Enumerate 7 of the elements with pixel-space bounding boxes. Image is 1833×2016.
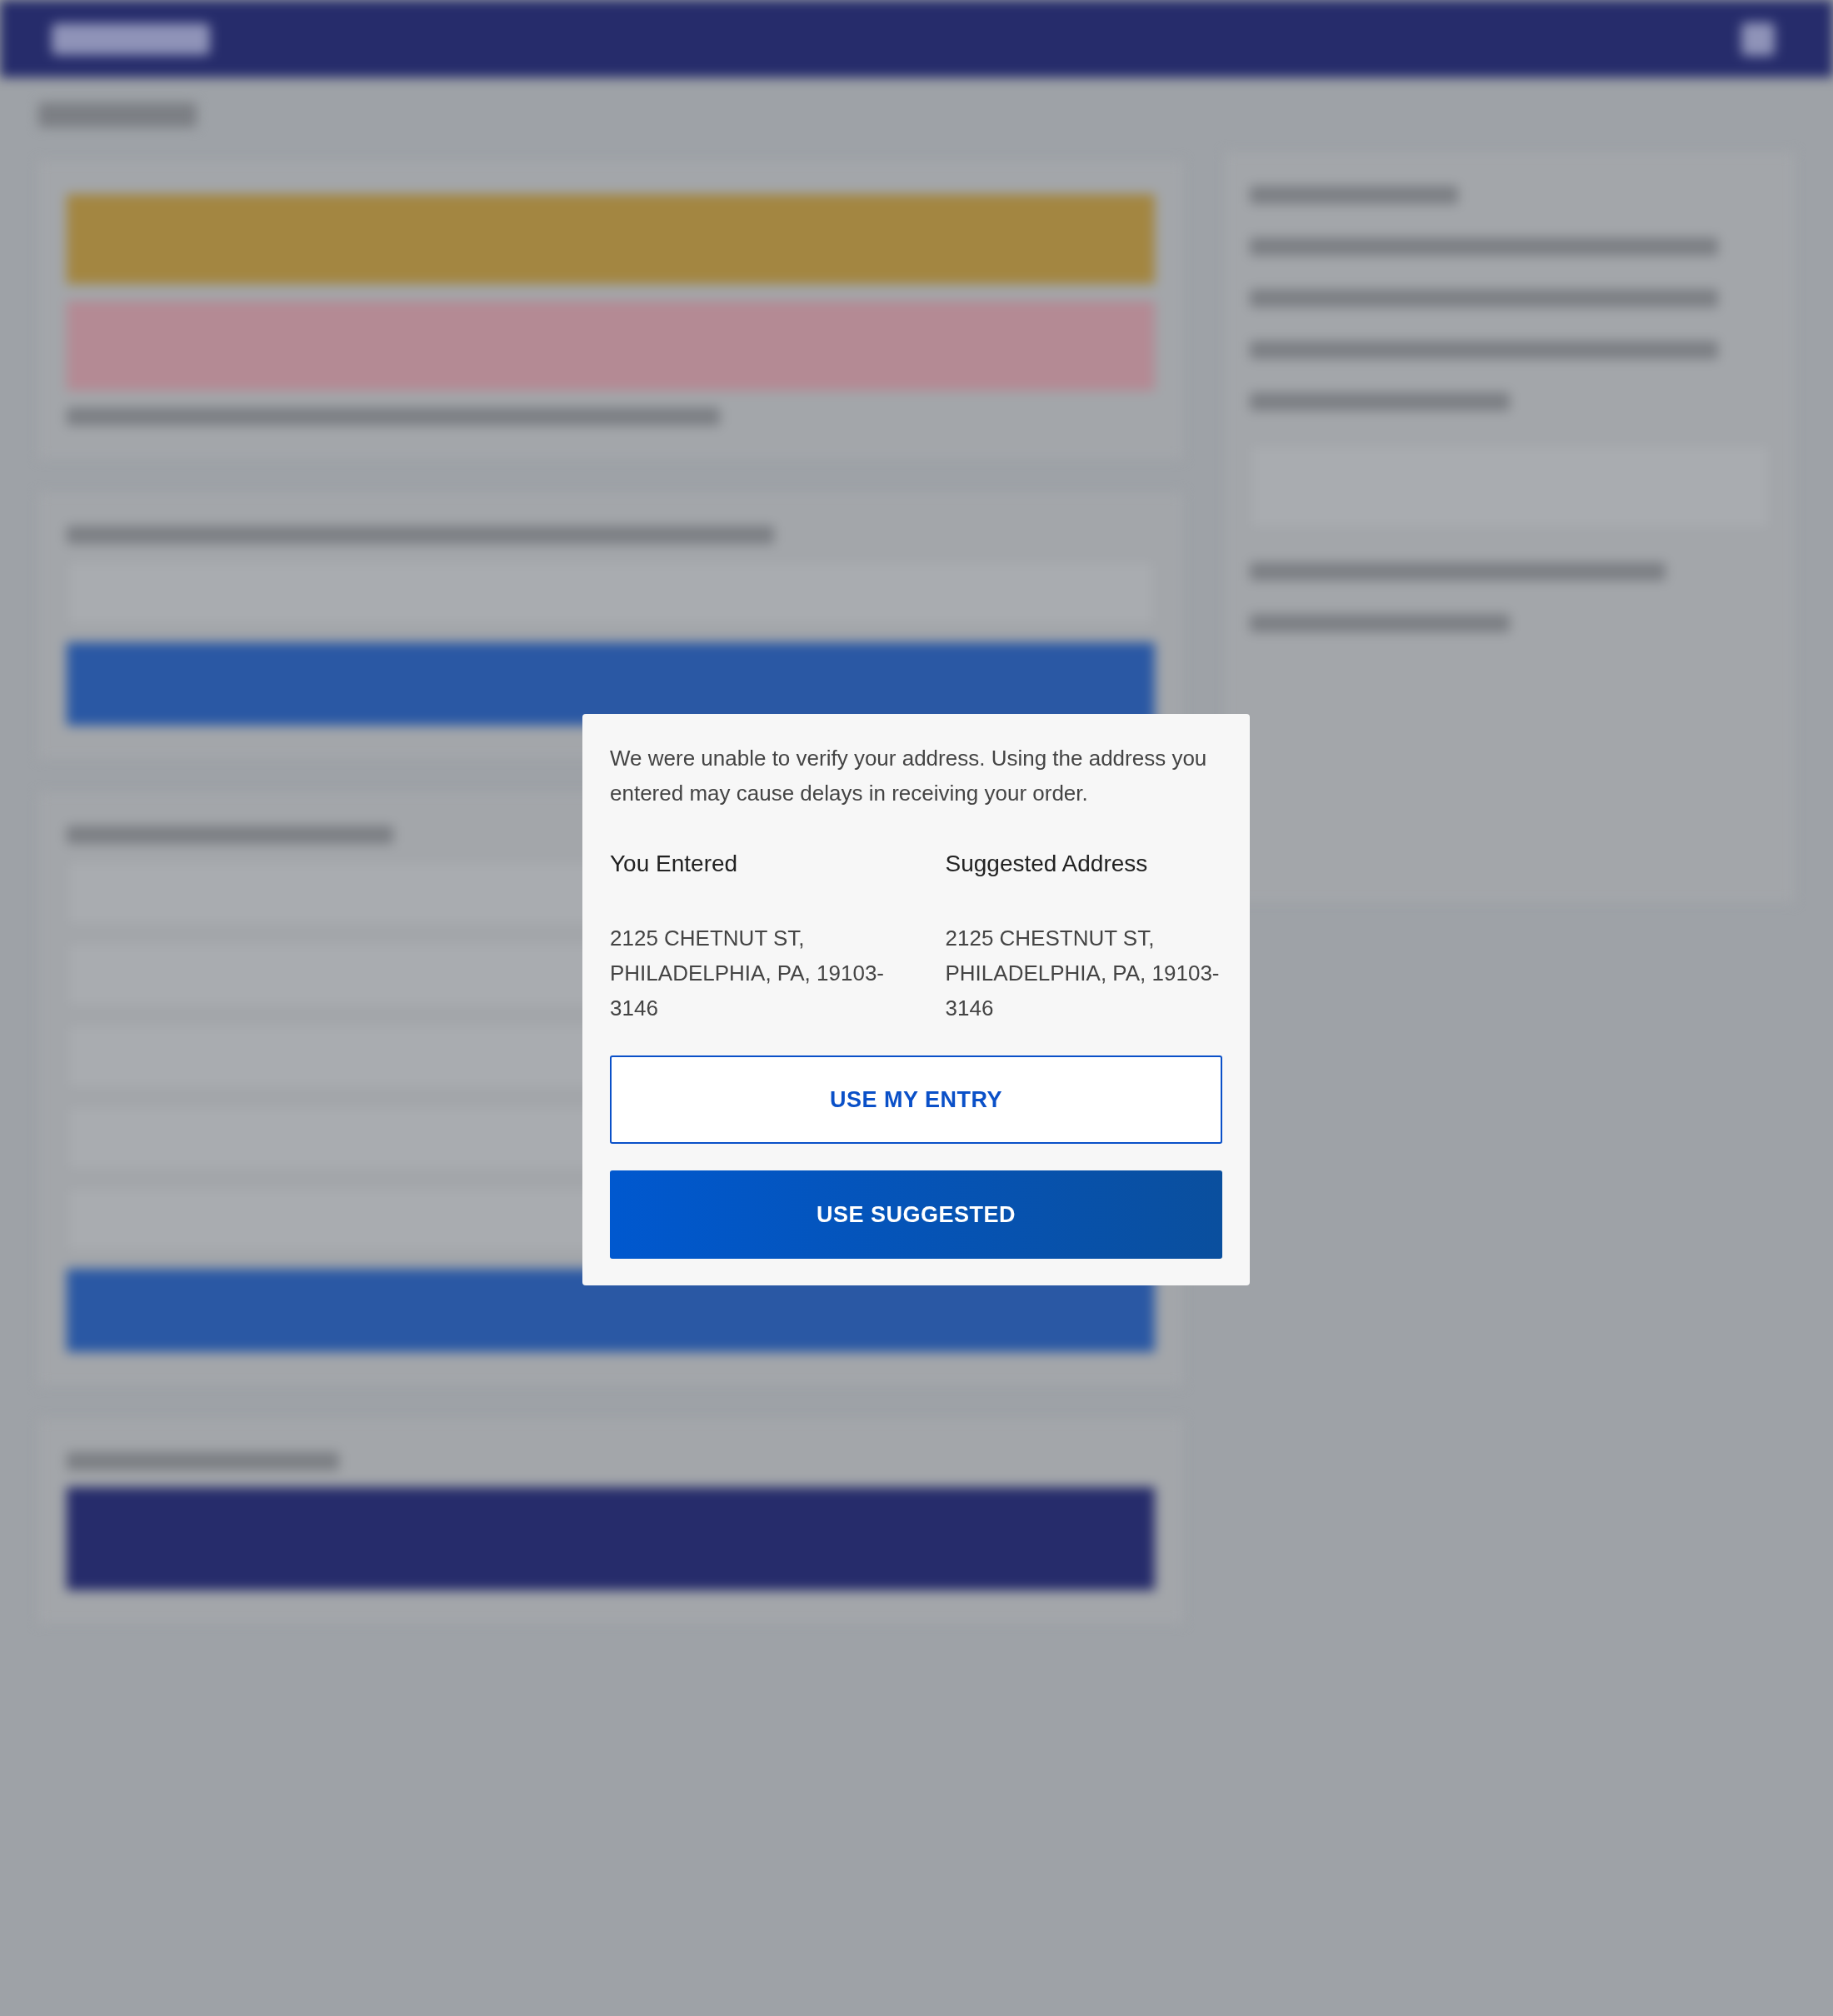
address-text: 2125 CHETNUT ST, PHILADELPHIA, PA, 19103-3146 (610, 925, 885, 1022)
use-entry-button[interactable]: USE MY ENTRY (610, 1055, 1222, 1144)
address-text: 2125 CHESTNUT ST, PHILADELPHIA, PA, 19103-3146 (945, 925, 1221, 1022)
address-heading: You Entered (610, 851, 739, 877)
dialog-message: We were unable to verify your address. Using the address you entered may cause delays in receiving your order. (610, 745, 1208, 807)
address-heading: Suggested Address (945, 851, 1149, 877)
use-suggested-button[interactable]: USE SUGGESTED (610, 1170, 1222, 1259)
